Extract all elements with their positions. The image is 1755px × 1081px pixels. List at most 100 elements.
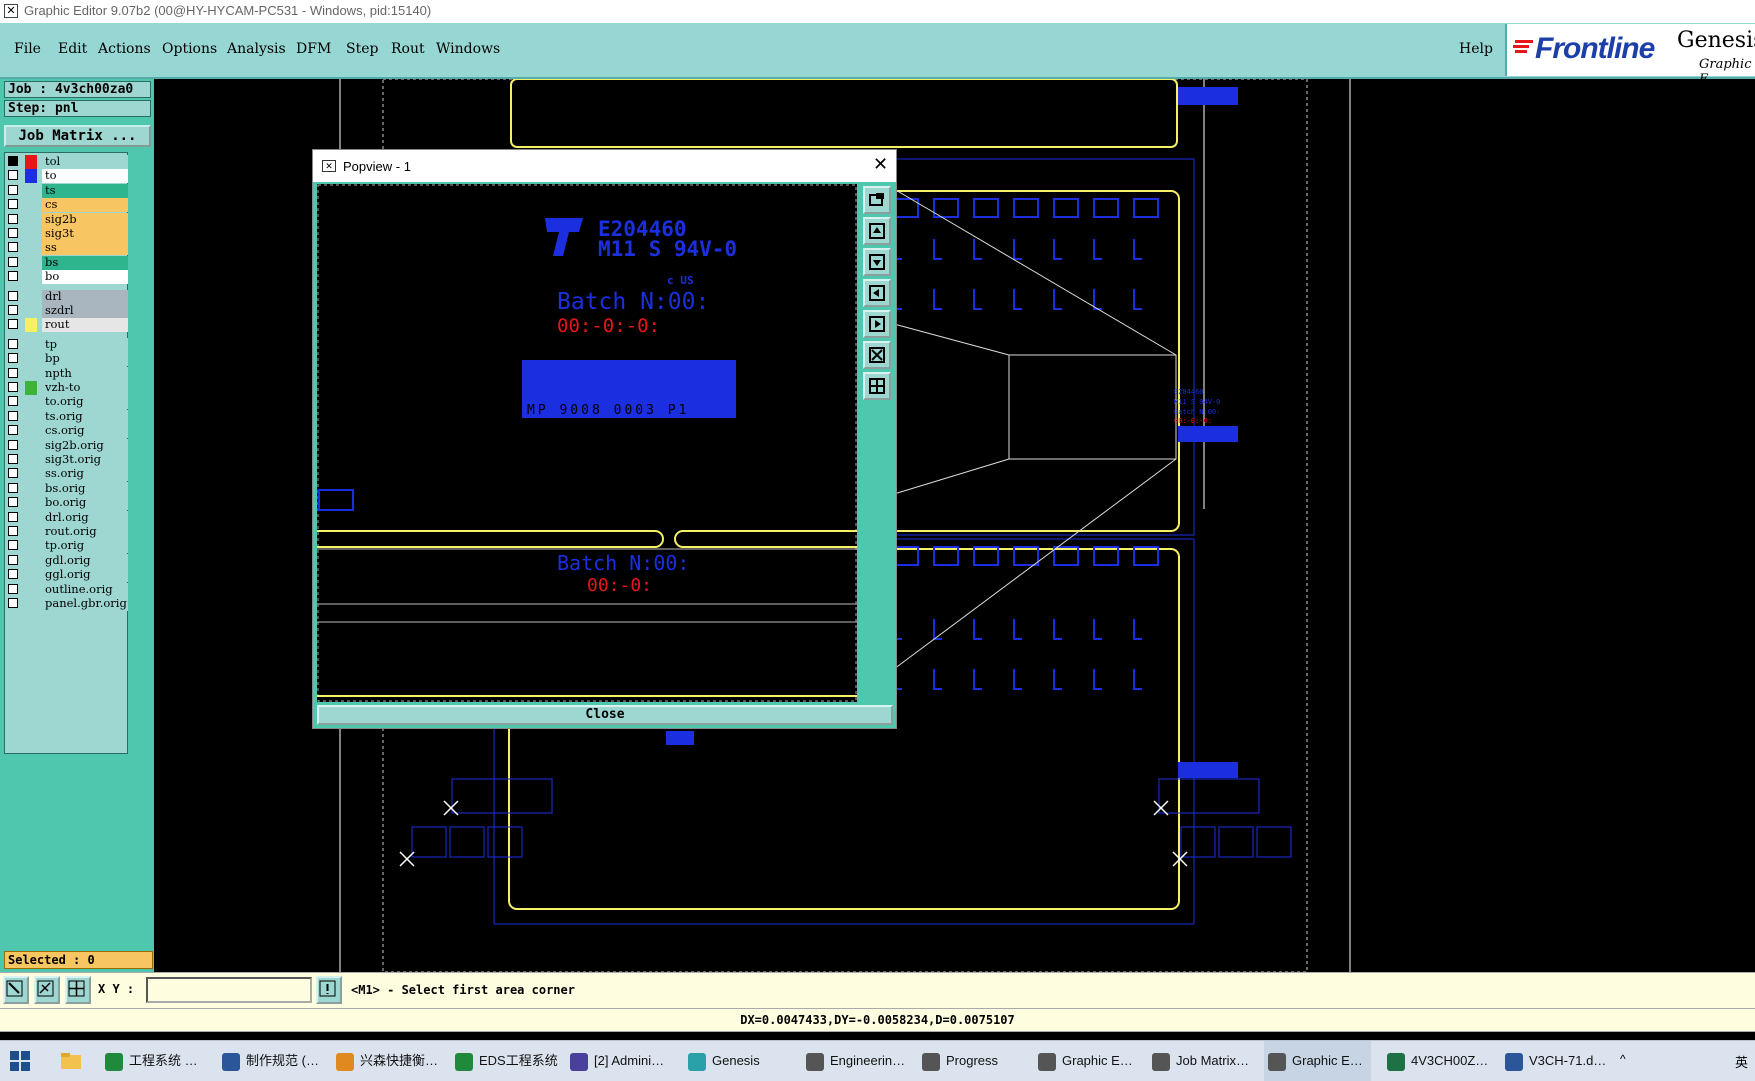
layer-name[interactable]: rout.orig [42,525,128,539]
layer-row[interactable]: ggl.orig [8,568,128,583]
layer-row[interactable]: bo [8,270,128,285]
layer-checkbox[interactable] [8,271,18,282]
layer-name[interactable]: cs [42,198,128,213]
taskbar-item[interactable]: 4V3CH00Z… [1383,1041,1496,1081]
layer-row[interactable]: sig2b.orig [8,438,128,453]
layer-checkbox[interactable] [8,511,18,522]
layer-name[interactable]: bo.orig [42,496,128,511]
layer-checkbox[interactable] [8,497,18,508]
layer-checkbox[interactable] [8,290,18,301]
layer-name[interactable]: bo [42,270,128,285]
taskbar-item[interactable]: Graphic E… [1034,1041,1141,1081]
layer-name[interactable]: sig3t.orig [42,453,128,467]
layer-row[interactable]: gdl.orig [8,553,128,568]
layer-name[interactable]: npth [42,366,128,381]
taskbar-item[interactable]: 工程系统 … [101,1041,206,1081]
layer-checkbox[interactable] [8,353,18,364]
popview-pan-up-button[interactable] [863,217,891,245]
layer-checkbox[interactable] [8,228,18,238]
popview-pan-right-button[interactable] [863,310,891,338]
layer-checkbox[interactable] [8,382,18,392]
menu-step[interactable]: Step [346,41,378,57]
taskbar-item[interactable]: EDS工程系统 [451,1041,566,1081]
layer-name[interactable]: vzh-to [42,381,128,395]
layer-checkbox[interactable] [8,213,18,224]
popview-pan-down-button[interactable] [863,248,891,276]
layer-name[interactable]: ss.orig [42,467,128,482]
job-matrix-button[interactable]: Job Matrix ... [4,125,151,147]
menu-edit[interactable]: Edit [58,41,87,57]
menu-actions[interactable]: Actions [98,41,151,57]
layer-checkbox[interactable] [8,554,18,565]
layer-row[interactable]: ts.orig [8,409,128,424]
layer-row[interactable]: cs.orig [8,424,128,439]
layer-name[interactable]: bs.orig [42,481,128,496]
xy-input[interactable] [146,977,312,1003]
layer-row[interactable]: ss [8,241,128,256]
layer-row[interactable]: to.orig [8,395,128,410]
windows-start-icon[interactable] [10,1051,30,1071]
layer-name[interactable]: bp [42,352,128,367]
layer-name[interactable]: rout [42,318,128,333]
layer-name[interactable]: to [42,169,128,184]
taskbar-item[interactable]: Job Matrix… [1148,1041,1257,1081]
menu-analysis[interactable]: Analysis [227,41,286,57]
popview-close-button[interactable]: Close [317,705,893,725]
popview-zoom-window-button[interactable] [863,186,891,214]
layer-checkbox[interactable] [8,367,18,378]
layer-name[interactable]: gdl.orig [42,553,128,568]
info-button[interactable] [316,976,342,1004]
taskbar-item[interactable]: Genesis [684,1041,768,1081]
layer-checkbox[interactable] [8,598,18,608]
layer-name[interactable]: tp.orig [42,539,128,554]
layer-row[interactable]: rout.orig [8,525,128,539]
taskbar-item[interactable]: [2] Admini… [566,1041,672,1081]
menu-help[interactable]: Help [1459,41,1493,57]
popview-canvas[interactable]: E204460 M11 S 94V-0 c US Batch N:00: 00:… [317,184,857,702]
menu-file[interactable]: File [14,41,41,57]
layer-row[interactable]: vzh-to [8,381,128,395]
layer-checkbox[interactable] [8,156,18,166]
layer-checkbox[interactable] [8,540,18,551]
layer-checkbox[interactable] [8,184,18,195]
layer-name[interactable]: ss [42,241,128,256]
layer-row[interactable]: drl [8,289,128,304]
layer-row[interactable]: outline.orig [8,582,128,597]
layer-name[interactable]: ggl.orig [42,568,128,583]
layer-checkbox[interactable] [8,305,18,315]
layer-checkbox[interactable] [8,242,18,253]
grid-snap-button[interactable] [65,976,91,1004]
layer-row[interactable]: bs [8,255,128,270]
layer-name[interactable]: sig3t [42,227,128,241]
popview-zoom-fit-button[interactable] [863,372,891,400]
layer-row[interactable]: sig3t.orig [8,453,128,467]
layer-name[interactable]: panel.gbr.orig [42,597,128,611]
input-language[interactable]: 英 [1735,1052,1748,1071]
layer-name[interactable]: drl.orig [42,510,128,525]
taskbar-item[interactable]: 兴森快捷衡… [332,1041,446,1081]
layer-checkbox[interactable] [8,256,18,267]
layer-row[interactable]: sig2b [8,212,128,227]
layer-checkbox[interactable] [8,439,18,450]
layer-row[interactable]: cs [8,198,128,213]
layer-row[interactable]: ss.orig [8,467,128,482]
tray-chevron-icon[interactable]: ^ [1620,1052,1626,1066]
layer-name[interactable]: szdrl [42,304,128,318]
layer-row[interactable]: bs.orig [8,481,128,496]
layer-checkbox[interactable] [8,170,18,181]
popview-pan-left-button[interactable] [863,279,891,307]
layer-row[interactable]: bo.orig [8,496,128,511]
layer-checkbox[interactable] [8,569,18,580]
layer-checkbox[interactable] [8,454,18,464]
layer-name[interactable]: drl [42,289,128,304]
layer-row[interactable]: ts [8,183,128,198]
layer-name[interactable]: bs [42,255,128,270]
layer-checkbox[interactable] [8,319,18,330]
layer-name[interactable]: ts [42,183,128,198]
layer-row[interactable]: tp [8,337,128,352]
layer-name[interactable]: sig2b.orig [42,438,128,453]
layer-row[interactable]: panel.gbr.orig [8,597,128,611]
layer-row[interactable]: tp.orig [8,539,128,554]
popview-zoom-out-button[interactable] [863,341,891,369]
layer-checkbox[interactable] [8,526,18,536]
